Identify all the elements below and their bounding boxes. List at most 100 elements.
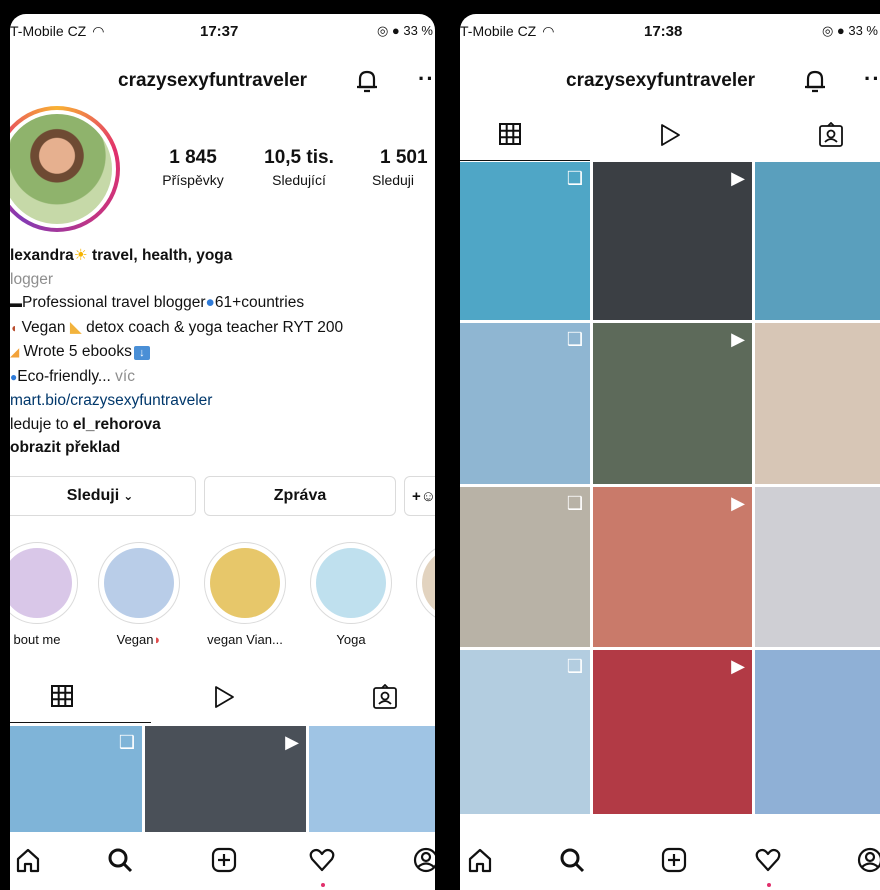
clock: 17:38 <box>644 23 683 40</box>
message-button-label: Zpráva <box>273 487 327 504</box>
bio-line-2a: Vegan <box>21 318 66 336</box>
bio-website-link[interactable]: mart.bio/crazysexyfuntraveler <box>10 389 435 413</box>
profile-username: crazysexyfuntraveler <box>118 70 308 91</box>
bottom-navigation <box>460 832 880 890</box>
activity-heart-icon[interactable] <box>308 846 338 876</box>
bio-name-suffix: travel, health, yoga <box>91 247 233 264</box>
post-thumbnail[interactable] <box>755 487 880 647</box>
post-thumbnail[interactable]: ❑ <box>460 487 590 647</box>
avatar[interactable] <box>10 106 120 232</box>
highlight-label: Yoga <box>336 632 366 647</box>
activity-heart-icon[interactable] <box>754 846 784 876</box>
battery-indicator: ◎ ● 33 % <box>376 23 433 38</box>
bell-icon[interactable] <box>802 68 828 94</box>
tagged-tab-icon[interactable] <box>372 684 400 712</box>
post-thumbnail[interactable]: ❑ <box>460 162 590 320</box>
highlight-partial[interactable] <box>414 542 435 624</box>
battery-indicator: ◎ ● 33 % <box>821 23 878 38</box>
post-thumbnail[interactable]: ❑ <box>460 650 590 814</box>
profile-tabs <box>10 676 435 722</box>
profile-bio: lexandra☀ travel, health, yoga logger ▬P… <box>10 244 435 460</box>
highlight-about-me[interactable]: bout me <box>10 542 80 647</box>
add-person-button[interactable]: +☺ <box>404 476 435 516</box>
message-button[interactable]: Zpráva <box>204 476 396 516</box>
reels-tab-icon[interactable] <box>212 684 240 712</box>
post-thumbnail[interactable]: ❑ <box>10 726 142 836</box>
add-person-icon: +☺ <box>411 487 435 505</box>
search-icon[interactable] <box>558 846 588 876</box>
reel-play-icon: ▶ <box>731 168 745 188</box>
chevron-down-icon: ⌄ <box>123 489 134 503</box>
new-post-icon[interactable] <box>210 846 240 876</box>
multi-photo-icon: ❑ <box>566 493 583 513</box>
status-bar: T-Mobile CZ ◠ 17:38 ◎ ● 33 % <box>460 14 880 48</box>
profile-header: crazysexyfuntraveler ·· <box>10 64 435 98</box>
highlight-vegan-vianoce[interactable]: vegan Vian... <box>202 542 288 647</box>
post-thumbnail[interactable]: ▶ <box>145 726 306 836</box>
more-options-icon[interactable]: ·· <box>864 66 880 92</box>
bio-name: lexandra <box>10 247 74 264</box>
profile-screen-left: T-Mobile CZ ◠ 17:37 ◎ ● 33 % crazysexyfun… <box>10 14 435 890</box>
active-tab-indicator <box>10 722 151 723</box>
new-post-icon[interactable] <box>660 846 690 876</box>
post-thumbnail[interactable]: ▶ <box>593 162 752 320</box>
highlight-label: Vegan◗ <box>116 632 162 647</box>
bio-category: logger <box>10 270 54 288</box>
multi-photo-icon: ❑ <box>566 656 583 676</box>
activity-notification-dot <box>321 883 325 887</box>
bio-line-2b: detox coach & yoga teacher RYT 200 <box>86 318 344 336</box>
post-thumbnail[interactable]: ▶ <box>593 650 752 814</box>
profile-icon[interactable] <box>856 846 880 876</box>
stat-posts[interactable]: 1 845 Příspěvky <box>152 147 234 188</box>
bio-more-link[interactable]: víc <box>115 368 135 385</box>
carrier-label: T-Mobile CZ ◠ <box>460 23 555 39</box>
book-icon: ◢ <box>10 345 20 359</box>
stat-followers[interactable]: 10,5 tis. Sledující <box>256 147 342 188</box>
home-icon[interactable] <box>466 846 496 876</box>
see-translation-link[interactable]: obrazit překlad <box>10 436 435 460</box>
followers-count: 10,5 tis. <box>264 147 334 168</box>
following-count: 1 501 <box>380 147 428 168</box>
tagged-tab-icon[interactable] <box>818 122 846 150</box>
stat-following[interactable]: 1 501 Sleduji <box>372 147 435 188</box>
search-icon[interactable] <box>106 846 136 876</box>
profile-tabs <box>460 114 880 160</box>
flexed-arm-icon: ◣ <box>69 318 82 336</box>
followers-label: Sledující <box>272 172 326 188</box>
multi-photo-icon: ❑ <box>566 329 583 349</box>
highlight-label: vegan Vian... <box>207 632 283 647</box>
post-thumbnail[interactable] <box>755 650 880 814</box>
post-thumbnail[interactable] <box>755 162 880 320</box>
profile-header: crazysexyfuntraveler ·· <box>460 64 880 98</box>
post-thumbnail[interactable]: ▶ <box>593 487 752 647</box>
profile-icon[interactable] <box>412 846 435 876</box>
active-tab-indicator <box>460 160 590 161</box>
more-options-icon[interactable]: ·· <box>418 66 435 92</box>
following-label: Sleduji <box>372 172 415 188</box>
highlight-yoga[interactable]: Yoga <box>308 542 394 647</box>
highlight-cover <box>316 548 386 618</box>
wifi-icon: ◠ <box>542 23 555 39</box>
wifi-icon: ◠ <box>92 23 105 39</box>
posts-grid-left: ❑ ▶ <box>10 726 435 836</box>
highlight-vegan[interactable]: Vegan◗ <box>96 542 182 647</box>
post-thumbnail[interactable]: ❑ <box>460 323 590 484</box>
bio-line-4: Eco-friendly... <box>17 367 111 385</box>
post-thumbnail[interactable] <box>755 323 880 484</box>
post-thumbnail[interactable] <box>309 726 435 836</box>
grid-tab-icon[interactable] <box>498 122 526 150</box>
grid-tab-icon[interactable] <box>50 684 78 712</box>
activity-notification-dot <box>767 883 771 887</box>
posts-count: 1 845 <box>169 147 217 168</box>
post-thumbnail[interactable]: ▶ <box>593 323 752 484</box>
highlight-cover <box>210 548 280 618</box>
highlight-cover <box>104 548 174 618</box>
followed-by-user[interactable]: el_rehorova <box>73 416 161 433</box>
avocado-icon: ◖ <box>10 320 18 335</box>
bell-icon[interactable] <box>354 68 380 94</box>
reel-play-icon: ▶ <box>731 656 745 676</box>
down-arrow-icon: ↓ <box>133 346 150 360</box>
following-button[interactable]: Sleduji ⌄ <box>10 476 196 516</box>
home-icon[interactable] <box>14 846 44 876</box>
reels-tab-icon[interactable] <box>658 122 686 150</box>
